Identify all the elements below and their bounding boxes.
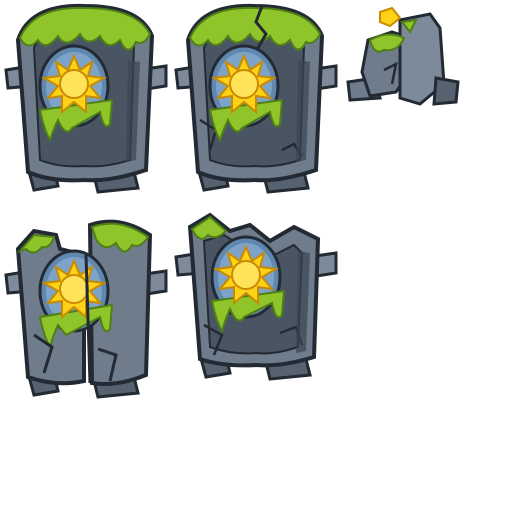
tombstone-intact-sprite — [4, 3, 168, 194]
tombstone-rubble-sprite — [346, 6, 460, 106]
tombstone-broken-top — [174, 212, 338, 381]
tombstone-cracked-top-sprite — [174, 3, 338, 194]
tombstone-broken-top-sprite — [174, 212, 338, 381]
sprite-sheet — [0, 0, 512, 512]
tombstone-cracked-split-sprite — [4, 219, 168, 399]
tombstone-cracked-top — [174, 3, 338, 194]
tombstone-cracked-split — [4, 219, 168, 399]
tombstone-rubble — [346, 6, 460, 106]
tombstone-intact — [4, 3, 168, 194]
